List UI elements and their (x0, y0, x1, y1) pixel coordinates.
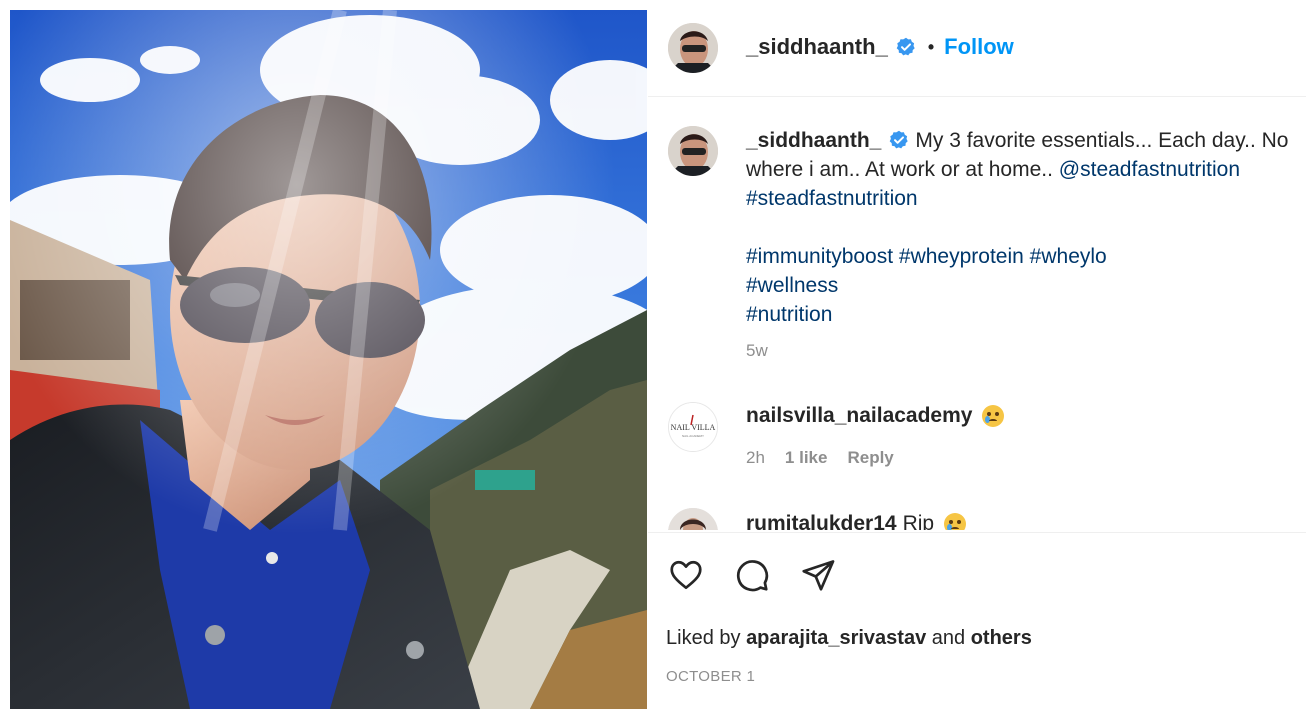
hashtag-link[interactable]: #immunityboost (746, 245, 893, 268)
send-icon[interactable] (800, 557, 836, 593)
hashtag-link[interactable]: #wheyprotein (899, 245, 1024, 268)
commenter-avatar[interactable]: NAIL VILLA NAIL ACADEMY (668, 402, 718, 452)
post-actions: Liked by aparajita_srivastav and others … (648, 532, 1306, 720)
hashtag-link[interactable]: #wheylo (1030, 245, 1107, 268)
hashtag-link[interactable]: #steadfastnutrition (746, 187, 918, 210)
post-side-panel: _siddhaanth_ • Follow _siddhaanth_ My 3 … (648, 0, 1306, 720)
caption-username[interactable]: _siddhaanth_ (746, 129, 881, 152)
author-username[interactable]: _siddhaanth_ (746, 34, 888, 60)
separator-dot: • (927, 36, 935, 57)
follow-button[interactable]: Follow (944, 34, 1014, 60)
hashtag-link[interactable]: #wellness (746, 274, 838, 297)
comment-likes[interactable]: 1 like (785, 448, 828, 468)
commenter-username[interactable]: nailsvilla_nailacademy (746, 404, 972, 428)
commenter-avatar[interactable] (668, 508, 718, 530)
mention-link[interactable]: @steadfastnutrition (1059, 158, 1240, 181)
heart-icon[interactable] (668, 557, 704, 593)
post-photo[interactable] (10, 10, 647, 709)
action-icons (668, 557, 836, 593)
crying-face-emoji (944, 513, 967, 530)
post-photo-illustration (10, 10, 647, 709)
verified-badge-icon (896, 37, 915, 56)
verified-badge-icon (890, 130, 909, 149)
caption-line-2: where i am.. At work or at home.. (746, 158, 1059, 181)
hashtag-link[interactable]: #nutrition (746, 303, 832, 326)
liked-by-others[interactable]: others (971, 627, 1032, 649)
post-header: _siddhaanth_ • Follow (648, 0, 1306, 97)
liked-by-user[interactable]: aparajita_srivastav (746, 627, 926, 649)
caption-age[interactable]: 5w (746, 341, 768, 361)
svg-text:NAIL ACADEMY: NAIL ACADEMY (682, 434, 704, 438)
post-date[interactable]: OCTOBER 1 (666, 668, 755, 685)
liked-by-prefix: Liked by (666, 627, 741, 649)
comment-row: rumitalukder14 Rip (746, 512, 967, 530)
post-caption: _siddhaanth_ My 3 favorite essentials...… (746, 126, 1306, 329)
liked-by: Liked by aparajita_srivastav and others (666, 627, 1032, 650)
comment-text: Rip (902, 512, 935, 530)
commenter-username[interactable]: rumitalukder14 (746, 512, 897, 530)
avatar-photo (668, 23, 718, 73)
author-avatar[interactable] (668, 23, 718, 73)
avatar-photo (668, 126, 718, 176)
avatar-photo (668, 508, 718, 530)
comments-scroll-area[interactable]: _siddhaanth_ My 3 favorite essentials...… (648, 98, 1306, 530)
author-username-row: _siddhaanth_ • Follow (746, 34, 1014, 60)
liked-by-and: and (931, 627, 966, 649)
comment-row: nailsvilla_nailacademy (746, 404, 1005, 428)
comment-icon[interactable] (734, 557, 770, 593)
nail-villa-logo: NAIL VILLA NAIL ACADEMY (669, 403, 717, 451)
svg-text:NAIL VILLA: NAIL VILLA (671, 423, 716, 432)
comment-age[interactable]: 2h (746, 448, 765, 468)
caption-author-avatar[interactable] (668, 126, 718, 176)
comment-meta: 2h 1 like Reply (746, 448, 894, 468)
reply-button[interactable]: Reply (847, 448, 893, 468)
caption-line-1: My 3 favorite essentials... Each day.. N… (915, 129, 1289, 152)
crying-face-emoji (982, 405, 1005, 427)
